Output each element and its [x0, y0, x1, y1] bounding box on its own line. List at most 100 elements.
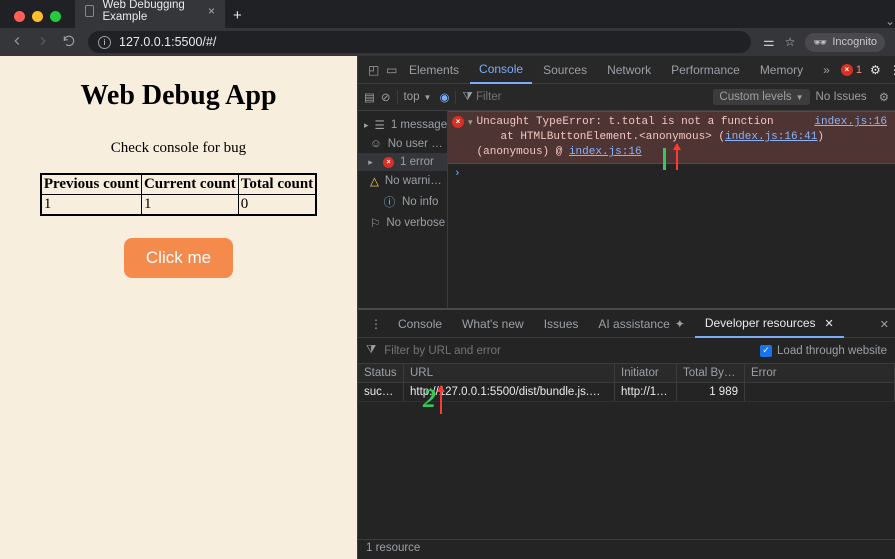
tabs-overflow-icon[interactable]: ⌄: [885, 14, 895, 28]
close-window-dot[interactable]: [14, 11, 25, 22]
drawer-tab-ai[interactable]: AI assistance ✦: [588, 311, 694, 337]
sidebar-toggle-icon[interactable]: ▤: [364, 90, 375, 104]
th-total: Total count: [238, 174, 316, 195]
settings-icon[interactable]: [870, 63, 881, 77]
tab-network[interactable]: Network: [598, 57, 660, 83]
site-info-icon[interactable]: i: [98, 36, 111, 49]
count-table: Previous count Current count Total count…: [40, 173, 317, 216]
console-output: × Uncaught TypeError: t.total is not a f…: [448, 111, 895, 308]
window-controls[interactable]: [8, 11, 67, 28]
favicon: [85, 5, 94, 17]
td-prev: 1: [41, 195, 142, 216]
console-error-entry[interactable]: × Uncaught TypeError: t.total is not a f…: [448, 111, 895, 164]
sidebar-messages[interactable]: ☰1 message: [358, 115, 447, 135]
drawer-tab-whatsnew[interactable]: What's new: [452, 311, 534, 337]
tab-performance[interactable]: Performance: [662, 57, 749, 83]
th-initiator[interactable]: Initiator: [615, 364, 677, 382]
th-url[interactable]: URL: [404, 364, 615, 382]
td-error: [745, 383, 895, 401]
expand-icon[interactable]: [468, 116, 473, 131]
inspect-icon[interactable]: ◰: [364, 63, 380, 77]
context-selector[interactable]: top ▼ ◉: [397, 90, 450, 104]
sidebar-user[interactable]: ☺No user …: [358, 135, 447, 153]
console-sidebar: ☰1 message ☺No user … ×1 error △No warni…: [358, 111, 448, 308]
console-settings-icon[interactable]: [879, 90, 889, 104]
incognito-badge[interactable]: 🕶 Incognito: [805, 33, 885, 52]
drawer-tab-bar: Console What's new Issues AI assistance …: [358, 310, 895, 338]
drawer-status-bar: 1 resource: [358, 539, 895, 559]
close-drawer-icon[interactable]: [880, 317, 889, 331]
incognito-icon: 🕶: [813, 36, 827, 49]
tab-sources[interactable]: Sources: [534, 57, 596, 83]
live-expr-icon[interactable]: ◉: [439, 90, 449, 104]
drawer-tab-issues[interactable]: Issues: [534, 311, 589, 337]
td-status: success: [358, 383, 404, 401]
error-dot-icon: ×: [841, 64, 853, 76]
th-curr: Current count: [141, 174, 238, 195]
url-text: 127.0.0.1:5500/#/: [119, 35, 216, 49]
tab-elements[interactable]: Elements: [400, 57, 468, 83]
sidebar-warnings[interactable]: △No warni…: [358, 171, 447, 191]
th-prev: Previous count: [41, 174, 142, 195]
td-url: http://127.0.0.1:5500/dist/bundle.js.map: [404, 383, 615, 401]
device-icon[interactable]: ▭: [382, 63, 398, 77]
tab-strip: Web Debugging Example × + ⌄: [0, 0, 895, 28]
resource-filter-input[interactable]: [384, 345, 752, 357]
browser-chrome: Web Debugging Example × + ⌄ i 127.0.0.1:…: [0, 0, 895, 56]
drawer-more-icon[interactable]: [364, 317, 388, 331]
devtools-tab-bar: ◰ ▭ Elements Console Sources Network Per…: [358, 56, 895, 84]
bookmark-icon[interactable]: ☆: [785, 35, 796, 49]
error-badge[interactable]: × 1: [841, 64, 862, 76]
sidebar-info[interactable]: ⓘNo info: [358, 191, 447, 213]
td-bytes: 1 989: [677, 383, 745, 401]
stack-link-2[interactable]: index.js:16: [569, 146, 642, 158]
browser-toolbar: i 127.0.0.1:5500/#/ ⚌ ☆ 🕶 Incognito: [0, 28, 895, 56]
issues-badge[interactable]: No Issues: [816, 91, 867, 103]
td-total: 0: [238, 195, 316, 216]
error-icon: ×: [452, 116, 464, 128]
th-error[interactable]: Error: [745, 364, 895, 382]
tune-icon[interactable]: ⚌: [763, 34, 775, 50]
source-link[interactable]: index.js:16: [814, 115, 887, 130]
minimize-window-dot[interactable]: [32, 11, 43, 22]
th-bytes[interactable]: Total Bytes: [677, 364, 745, 382]
address-bar[interactable]: i 127.0.0.1:5500/#/: [88, 31, 751, 53]
reload-button[interactable]: [62, 34, 76, 51]
forward-button[interactable]: [36, 34, 50, 51]
page-title: Web Debug App: [80, 80, 276, 112]
tab-console[interactable]: Console: [470, 56, 532, 84]
rendered-page: Web Debug App Check console for bug Prev…: [0, 56, 357, 559]
maximize-window-dot[interactable]: [50, 11, 61, 22]
back-button[interactable]: [10, 34, 24, 51]
log-levels-selector[interactable]: Custom levels ▼: [713, 89, 809, 105]
console-toolbar: ▤ ⊘ top ▼ ◉ Custom levels ▼ No Issues: [358, 84, 895, 111]
console-filter-input[interactable]: [476, 91, 556, 103]
filter-icon: [462, 91, 472, 103]
stack-link-1[interactable]: index.js:16:41: [725, 131, 817, 143]
error-count: 1: [856, 64, 862, 76]
table-row[interactable]: success http://127.0.0.1:5500/dist/bundl…: [358, 383, 895, 402]
th-status[interactable]: Status: [358, 364, 404, 382]
console-prompt[interactable]: [448, 164, 895, 184]
close-tab-icon[interactable]: ×: [208, 4, 215, 18]
drawer-tab-devres[interactable]: Developer resources: [695, 310, 844, 338]
close-drawer-tab-icon[interactable]: [825, 316, 834, 330]
page-subtitle: Check console for bug: [111, 140, 246, 157]
tab-memory[interactable]: Memory: [751, 57, 812, 83]
table-header: Status URL Initiator Total Bytes Error: [358, 364, 895, 383]
tab-more[interactable]: »: [814, 57, 839, 83]
td-initiator: http://127.0…: [615, 383, 677, 401]
more-icon[interactable]: [889, 63, 895, 77]
new-tab-button[interactable]: +: [233, 7, 242, 28]
drawer-filter-bar: ✓ Load through website: [358, 338, 895, 364]
incognito-label: Incognito: [832, 36, 877, 48]
click-me-button[interactable]: Click me: [124, 238, 233, 278]
devtools-drawer: Console What's new Issues AI assistance …: [358, 308, 895, 559]
browser-tab[interactable]: Web Debugging Example ×: [75, 0, 225, 28]
sidebar-errors[interactable]: ×1 error: [358, 153, 447, 171]
sidebar-verbose[interactable]: ⚐No verbose: [358, 213, 447, 233]
tab-title: Web Debugging Example: [102, 0, 200, 23]
clear-console-icon[interactable]: ⊘: [381, 90, 391, 104]
load-through-checkbox[interactable]: ✓ Load through website: [760, 345, 887, 357]
drawer-tab-console[interactable]: Console: [388, 311, 452, 337]
